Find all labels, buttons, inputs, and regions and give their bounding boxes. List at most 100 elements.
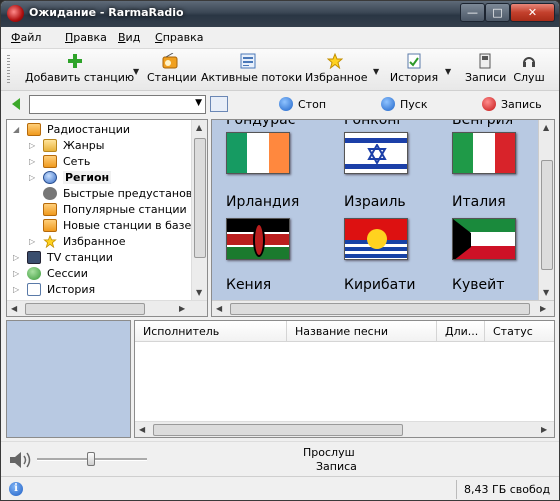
station-address-combobox[interactable]: ▼ [29, 95, 206, 114]
info-icon[interactable]: i [9, 482, 23, 496]
country-label-hong-kong[interactable]: Гонконг [344, 120, 404, 128]
country-label-hungary[interactable]: Венгрия [452, 120, 513, 128]
listen-button[interactable]: Слуш [511, 53, 547, 89]
region-flag-grid[interactable]: Гондурас Гонконг Венгрия Ирландия Израил… [211, 119, 555, 317]
flags-horizontal-scrollbar[interactable]: ◀ ▶ [212, 300, 554, 316]
expand-icon[interactable]: ▷ [13, 285, 19, 294]
scroll-thumb[interactable] [153, 424, 403, 436]
tree-vertical-scrollbar[interactable]: ▲ ▼ [191, 120, 207, 301]
rarmaradio-app-icon [7, 5, 24, 22]
country-label-israel[interactable]: Израиль [344, 194, 406, 210]
scroll-down-icon[interactable]: ▼ [543, 288, 549, 297]
country-label-kenya[interactable]: Кения [226, 277, 271, 293]
chevron-down-icon[interactable]: ▼ [195, 98, 202, 108]
tree-label: Регион [63, 171, 112, 184]
country-label-italy[interactable]: Италия [452, 194, 506, 210]
expand-icon[interactable]: ▷ [29, 237, 35, 246]
scroll-right-icon[interactable]: ▶ [540, 304, 546, 313]
favorites-dropdown-icon[interactable]: ▼ [373, 67, 379, 76]
status-divider [456, 480, 457, 499]
add-station-button[interactable]: Добавить станцию [25, 53, 134, 89]
recorded-label: Записа [316, 460, 357, 473]
flag-kenya[interactable] [226, 218, 290, 260]
volume-slider-thumb[interactable] [87, 452, 95, 466]
column-status[interactable]: Статус [485, 321, 554, 342]
records-button[interactable]: Записи [465, 53, 507, 89]
player-bar: Прослуш Записа [1, 441, 559, 475]
scroll-thumb[interactable] [25, 303, 145, 315]
status-bar: i 8,43 ГБ свобод [1, 476, 559, 500]
menu-file-label: айл [20, 31, 42, 44]
add-station-icon [68, 54, 82, 68]
expand-icon[interactable]: ▷ [13, 269, 19, 278]
add-station-dropdown-icon[interactable]: ▼ [133, 67, 139, 76]
tree-label: Новые станции в базе д [63, 219, 203, 232]
scroll-right-icon[interactable]: ▶ [179, 304, 185, 313]
scroll-thumb[interactable] [541, 160, 553, 270]
column-length[interactable]: Дли... [437, 321, 485, 342]
tree-horizontal-scrollbar[interactable]: ◀ ▶ [7, 300, 207, 316]
menu-view-label: ид [125, 31, 141, 44]
play-label: Пуск [400, 98, 428, 111]
scroll-up-icon[interactable]: ▲ [543, 123, 549, 132]
column-song-title[interactable]: Название песни [287, 321, 437, 342]
station-tree[interactable]: ◢ Радиостанции ▷ Жанры ▷ Сеть ▷ Регион Б… [6, 119, 208, 317]
scroll-up-icon[interactable]: ▲ [196, 123, 202, 132]
sessions-icon [27, 267, 41, 280]
flag-kuwait[interactable] [452, 218, 516, 260]
favorites-button[interactable]: Избранное [305, 53, 367, 89]
menu-help[interactable]: Справка [155, 31, 203, 44]
menu-help-label: правка [162, 31, 204, 44]
maximize-button[interactable]: □ [485, 3, 510, 22]
speaker-icon[interactable] [8, 451, 32, 469]
history-dropdown-icon[interactable]: ▼ [445, 67, 451, 76]
scroll-left-icon[interactable]: ◀ [216, 304, 222, 313]
menu-edit[interactable]: Правка [65, 31, 107, 44]
scroll-down-icon[interactable]: ▼ [196, 288, 202, 297]
records-label: Записи [465, 71, 507, 84]
menu-view[interactable]: Вид [118, 31, 140, 44]
history-button[interactable]: История [389, 53, 439, 89]
country-label-kuwait[interactable]: Кувейт [452, 277, 504, 293]
stations-label: Станции [147, 71, 197, 84]
tv-icon [27, 251, 41, 264]
country-label-ireland[interactable]: Ирландия [226, 194, 299, 210]
country-label-honduras[interactable]: Гондурас [226, 120, 295, 128]
toolbar-grip[interactable] [7, 55, 10, 85]
history-label: История [389, 71, 439, 84]
expand-icon[interactable]: ▷ [13, 253, 19, 262]
track-list[interactable]: Исполнитель Название песни Дли... Статус… [134, 320, 555, 438]
radio-icon [162, 53, 178, 69]
free-space-label: 8,43 ГБ свобод [464, 483, 551, 496]
scroll-right-icon[interactable]: ▶ [541, 425, 547, 434]
back-arrow-icon[interactable] [12, 98, 20, 110]
scroll-left-icon[interactable]: ◀ [11, 304, 17, 313]
expand-icon[interactable]: ▷ [29, 141, 35, 150]
column-artist[interactable]: Исполнитель [135, 321, 287, 342]
flag-italy[interactable] [452, 132, 516, 174]
menu-file[interactable]: Файл [11, 31, 41, 44]
flag-ireland[interactable] [226, 132, 290, 174]
title-bar[interactable]: Ожидание - RarmaRadio — □ ✕ [1, 1, 559, 27]
stations-button[interactable]: Станции [147, 53, 197, 89]
flag-israel[interactable] [344, 132, 408, 174]
menu-help-accel: С [155, 31, 163, 44]
flag-kiribati[interactable] [344, 218, 408, 260]
country-label-kiribati[interactable]: Кирибати [344, 277, 416, 293]
tree-label: Популярные станции в б [63, 203, 207, 216]
folder-icon [43, 139, 57, 152]
window-title: Ожидание - RarmaRadio [29, 6, 184, 19]
stream-info-icon[interactable] [210, 96, 228, 112]
expand-icon[interactable]: ▷ [29, 157, 35, 166]
close-button[interactable]: ✕ [510, 3, 555, 22]
minimize-button[interactable]: — [460, 3, 485, 22]
collapse-icon[interactable]: ◢ [13, 125, 19, 134]
scroll-left-icon[interactable]: ◀ [139, 425, 145, 434]
expand-icon[interactable]: ▷ [29, 173, 35, 182]
active-streams-icon [240, 53, 256, 69]
scroll-thumb[interactable] [194, 138, 206, 258]
scroll-thumb[interactable] [230, 303, 530, 315]
track-list-horizontal-scrollbar[interactable]: ◀ ▶ [135, 421, 554, 437]
active-streams-button[interactable]: Активные потоки [201, 53, 302, 89]
flags-vertical-scrollbar[interactable]: ▲ ▼ [538, 120, 554, 301]
